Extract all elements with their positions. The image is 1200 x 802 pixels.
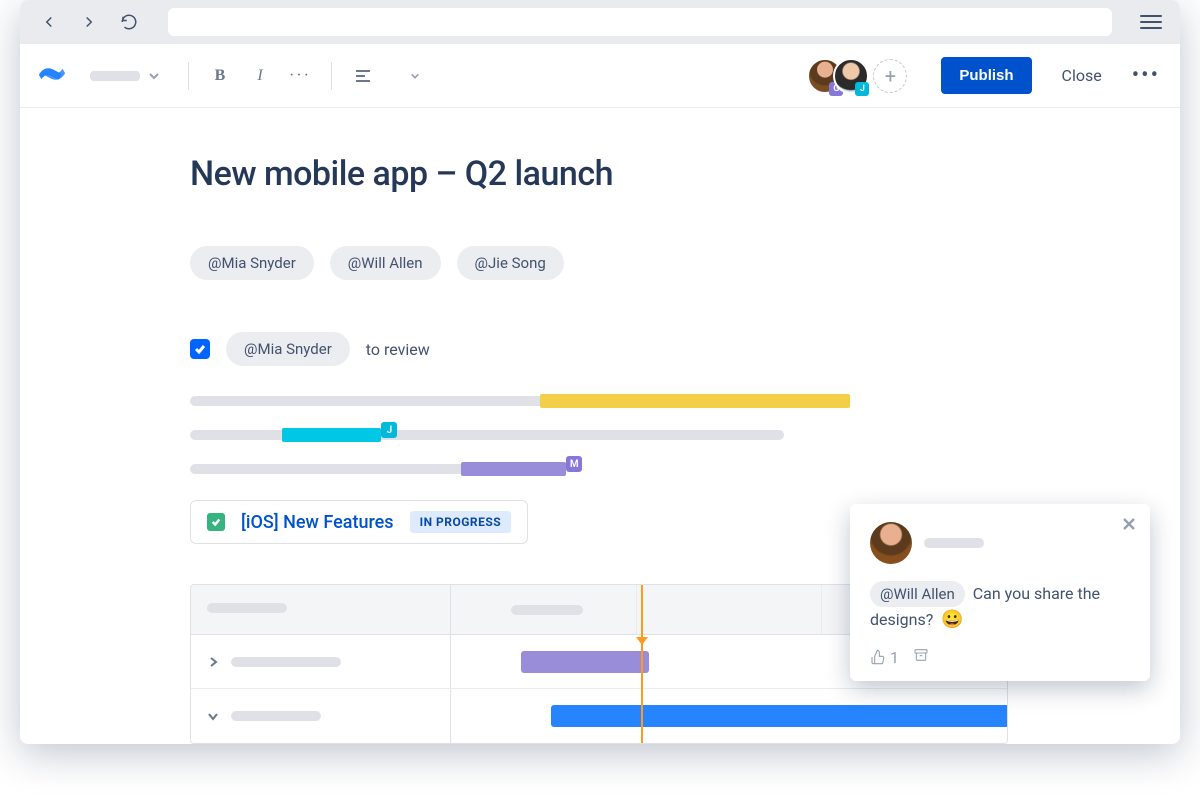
close-button[interactable]: Close — [1062, 66, 1102, 85]
mention-pill[interactable]: @Mia Snyder — [190, 246, 314, 280]
chevron-down-icon[interactable] — [410, 71, 420, 81]
highlight-yellow — [540, 394, 850, 408]
align-button[interactable] — [350, 63, 376, 89]
task-row: @Mia Snyder to review — [190, 332, 1180, 366]
mention-pill[interactable]: @Will Allen — [870, 581, 965, 607]
roadmap-row[interactable] — [191, 689, 1007, 743]
avatar — [870, 522, 912, 564]
today-line — [641, 585, 643, 743]
resolve-button[interactable] — [913, 647, 929, 667]
author-placeholder — [924, 538, 984, 548]
chevron-down-icon[interactable] — [207, 710, 219, 722]
epic-bar[interactable] — [521, 651, 649, 673]
today-marker-icon — [636, 634, 648, 646]
add-collaborator-button[interactable]: + — [873, 59, 907, 93]
bold-button[interactable]: B — [207, 63, 233, 89]
browser-url-bar[interactable] — [168, 8, 1112, 36]
italic-button[interactable]: I — [247, 63, 273, 89]
jira-link-card[interactable]: [iOS] New Features IN PROGRESS — [190, 500, 528, 544]
like-count: 1 — [890, 648, 899, 667]
confluence-logo-icon — [38, 60, 66, 92]
user-chip-m: M — [566, 456, 582, 472]
user-chip-j: J — [381, 422, 397, 438]
placeholder-bar — [190, 430, 784, 440]
highlight-purple — [461, 462, 567, 476]
comment-body: @Will Allen Can you share the designs? 😀 — [870, 582, 1130, 633]
mentions-row: @Mia Snyder @Will Allen @Jie Song — [190, 246, 1180, 280]
story-icon — [207, 513, 225, 531]
publish-button[interactable]: Publish — [941, 57, 1031, 94]
highlight-bars: J M — [190, 394, 850, 476]
like-button[interactable]: 1 — [870, 648, 899, 667]
page-layout-select[interactable] — [80, 64, 170, 88]
highlight-cyan — [282, 428, 381, 442]
mention-pill[interactable]: @Will Allen — [330, 246, 441, 280]
browser-menu-button[interactable] — [1140, 15, 1162, 29]
more-actions-button[interactable]: ••• — [1132, 63, 1160, 88]
browser-back-button[interactable] — [38, 11, 60, 33]
emoji-icon: 😀 — [941, 609, 963, 630]
browser-chrome — [20, 0, 1180, 44]
mention-pill[interactable]: @Jie Song — [457, 246, 564, 280]
chevron-right-icon[interactable] — [207, 656, 219, 668]
mention-pill[interactable]: @Mia Snyder — [226, 332, 350, 366]
epic-bar[interactable] — [551, 705, 1008, 727]
page-body: New mobile app – Q2 launch @Mia Snyder @… — [20, 108, 1180, 744]
browser-refresh-button[interactable] — [118, 11, 140, 33]
app-toolbar: B I ··· G J + Publish Close ••• — [20, 44, 1180, 108]
inline-comment-panel: @Will Allen Can you share the designs? 😀… — [850, 504, 1150, 681]
more-formatting-button[interactable]: ··· — [287, 63, 313, 89]
close-icon[interactable] — [1122, 516, 1136, 535]
task-checkbox[interactable] — [190, 339, 210, 359]
presence-avatars: G J + — [807, 58, 907, 94]
avatar[interactable]: J — [833, 58, 869, 94]
avatar-badge: J — [855, 82, 869, 96]
link-card-title: [iOS] New Features — [241, 512, 394, 533]
status-lozenge: IN PROGRESS — [410, 511, 512, 533]
browser-forward-button[interactable] — [78, 11, 100, 33]
task-text[interactable]: to review — [366, 340, 430, 359]
page-title[interactable]: New mobile app – Q2 launch — [190, 154, 1180, 194]
